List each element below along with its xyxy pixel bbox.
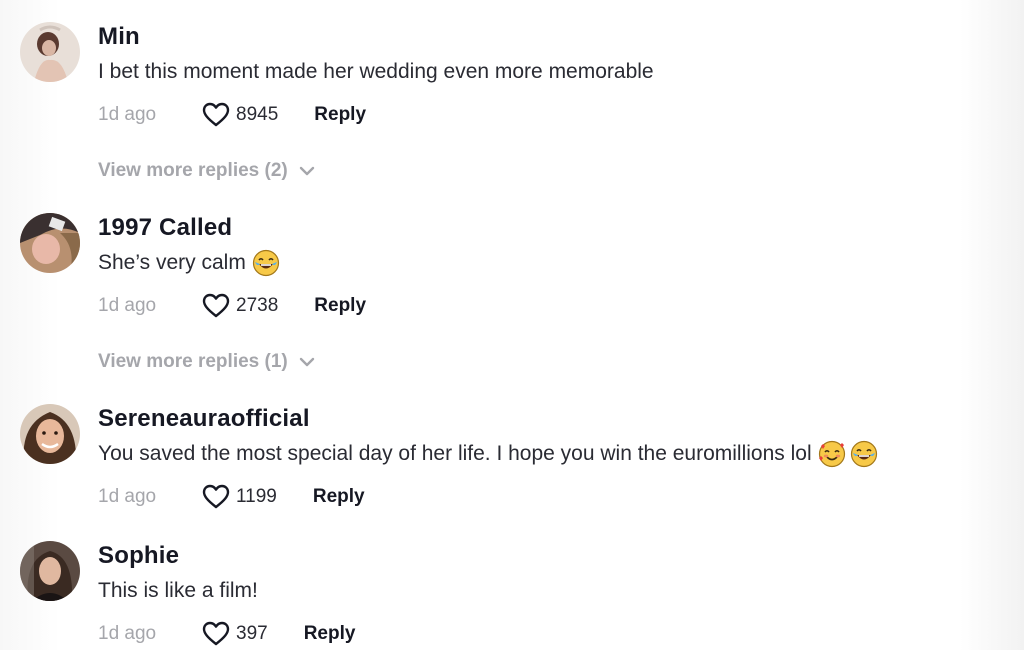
- avatar[interactable]: [20, 541, 80, 601]
- like-button[interactable]: 397: [202, 621, 268, 647]
- avatar[interactable]: [20, 213, 80, 273]
- avatar-image: [20, 404, 80, 464]
- heart-icon: [202, 484, 230, 509]
- avatar[interactable]: [20, 404, 80, 464]
- comment-meta: 1d ago 1199 Reply: [98, 484, 878, 510]
- smiling-face-with-hearts-icon: [818, 440, 846, 468]
- view-more-replies-label: View more replies (2): [98, 160, 288, 181]
- comment-text: You saved the most special day of her li…: [98, 439, 878, 469]
- face-with-tears-of-joy-icon: [252, 249, 280, 277]
- avatar-image: [20, 541, 80, 601]
- comment-meta: 1d ago 397 Reply: [98, 621, 355, 647]
- reply-button[interactable]: Reply: [313, 486, 365, 508]
- comment-text-content: I bet this moment made her wedding even …: [98, 60, 654, 83]
- view-more-replies-button[interactable]: View more replies (1): [98, 351, 316, 373]
- comment-text-content: This is like a film!: [98, 579, 258, 602]
- comment-text-content: She’s very calm: [98, 251, 246, 274]
- reply-button[interactable]: Reply: [314, 104, 366, 126]
- like-count: 1199: [236, 486, 277, 507]
- chevron-down-icon: [299, 166, 314, 176]
- comment-text-content: You saved the most special day of her li…: [98, 442, 812, 465]
- like-count: 2738: [236, 295, 279, 316]
- reply-button[interactable]: Reply: [304, 623, 356, 645]
- comment-meta: 1d ago 2738 Reply: [98, 293, 366, 319]
- comment-username[interactable]: Sophie: [98, 541, 355, 571]
- comment-text: I bet this moment made her wedding even …: [98, 57, 654, 87]
- comment-meta: 1d ago 8945 Reply: [98, 102, 654, 128]
- avatar-image: [20, 213, 80, 273]
- comment-time: 1d ago: [98, 295, 157, 316]
- comment-time: 1d ago: [98, 623, 157, 644]
- avatar[interactable]: [20, 22, 80, 82]
- comment-time: 1d ago: [98, 486, 157, 507]
- heart-icon: [202, 293, 230, 318]
- comment-username[interactable]: Min: [98, 22, 654, 52]
- comment-time: 1d ago: [98, 104, 157, 125]
- view-more-replies-button[interactable]: View more replies (2): [98, 160, 316, 182]
- comment-username[interactable]: Sereneauraofficial: [98, 404, 878, 434]
- like-button[interactable]: 8945: [202, 102, 278, 128]
- like-button[interactable]: 2738: [202, 293, 278, 319]
- comment-text: This is like a film!: [98, 576, 355, 606]
- view-more-replies-label: View more replies (1): [98, 351, 288, 372]
- heart-icon: [202, 102, 230, 127]
- reply-button[interactable]: Reply: [314, 295, 366, 317]
- like-count: 8945: [236, 104, 279, 125]
- comment-username[interactable]: 1997 Called: [98, 213, 366, 243]
- like-button[interactable]: 1199: [202, 484, 277, 510]
- avatar-image: [20, 22, 80, 82]
- chevron-down-icon: [299, 357, 314, 367]
- heart-icon: [202, 621, 230, 646]
- like-count: 397: [236, 623, 268, 644]
- face-with-tears-of-joy-icon: [850, 440, 878, 468]
- comment-text: She’s very calm: [98, 248, 366, 278]
